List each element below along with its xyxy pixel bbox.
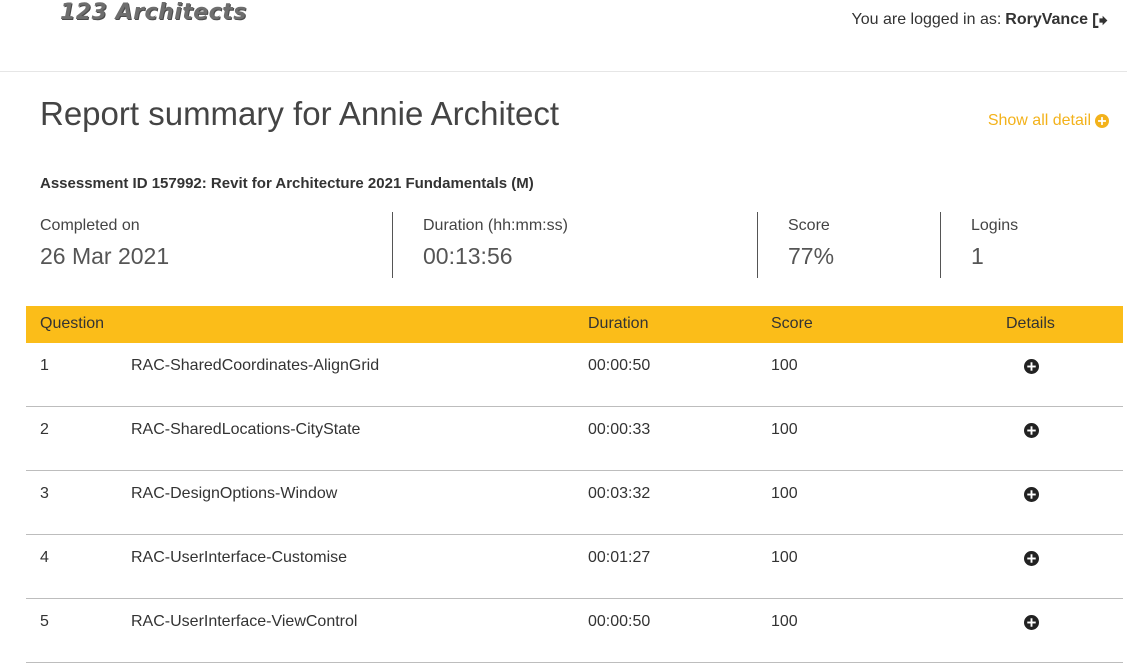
row-number: 4 [40, 549, 49, 566]
table-row: 3 RAC-DesignOptions-Window 00:03:32 100 [26, 471, 1123, 535]
row-score: 100 [771, 549, 798, 566]
assessment-heading: Assessment ID 157992: Revit for Architec… [40, 175, 534, 192]
stat-logins: Logins 1 [940, 212, 1018, 278]
show-all-label: Show all detail [987, 112, 1091, 129]
page-title: Report summary for Annie Architect [40, 95, 560, 132]
row-duration: 00:00:50 [588, 357, 651, 374]
plus-circle-icon[interactable] [1024, 359, 1039, 374]
plus-circle-icon [1095, 114, 1109, 128]
stat-score-label: Score [788, 217, 830, 234]
col-score: Score [771, 315, 813, 332]
stat-duration: Duration (hh:mm:ss) 00:13:56 [392, 212, 568, 278]
questions-table: Question Duration Score Details 1 RAC-Sh… [26, 306, 1123, 663]
row-number: 2 [40, 421, 49, 438]
row-score: 100 [771, 421, 798, 438]
col-duration: Duration [588, 315, 649, 332]
plus-circle-icon[interactable] [1024, 551, 1039, 566]
top-header: 123 Architects You are logged in as: Ror… [0, 0, 1127, 72]
row-duration: 00:03:32 [588, 485, 651, 502]
row-number: 5 [40, 613, 49, 630]
stats-panel: Completed on 26 Mar 2021 Duration (hh:mm… [0, 212, 1127, 278]
stat-score: Score 77% [757, 212, 834, 278]
logout-icon[interactable] [1092, 12, 1109, 29]
login-prefix: You are logged in as: [851, 11, 1002, 28]
table-row: 4 RAC-UserInterface-Customise 00:01:27 1… [26, 535, 1123, 599]
row-question-name: RAC-UserInterface-ViewControl [131, 613, 358, 630]
row-score: 100 [771, 613, 798, 630]
row-question-name: RAC-UserInterface-Customise [131, 549, 348, 566]
stat-duration-value: 00:13:56 [423, 243, 513, 269]
stat-logins-label: Logins [971, 217, 1019, 234]
row-number: 1 [40, 357, 49, 374]
show-all-detail-link[interactable]: Show all detail [988, 112, 1109, 130]
stat-completed: Completed on 26 Mar 2021 [40, 212, 169, 278]
row-duration: 00:00:33 [588, 421, 651, 438]
table-row: 1 RAC-SharedCoordinates-AlignGrid 00:00:… [26, 343, 1123, 407]
row-duration: 00:01:27 [588, 549, 651, 566]
row-score: 100 [771, 485, 798, 502]
table-header: Question Duration Score Details [26, 306, 1123, 343]
stat-logins-value: 1 [971, 243, 984, 269]
company-logo[interactable]: 123 Architects [60, 0, 247, 25]
stat-score-value: 77% [788, 243, 835, 269]
row-question-name: RAC-DesignOptions-Window [131, 485, 338, 502]
login-status: You are logged in as: RoryVance [852, 11, 1109, 29]
row-number: 3 [40, 485, 49, 502]
plus-circle-icon[interactable] [1024, 423, 1039, 438]
row-question-name: RAC-SharedLocations-CityState [131, 421, 361, 438]
col-question: Question [40, 315, 105, 332]
table-row: 2 RAC-SharedLocations-CityState 00:00:33… [26, 407, 1123, 471]
col-details: Details [1006, 315, 1055, 332]
stat-completed-value: 26 Mar 2021 [40, 243, 170, 269]
table-row: 5 RAC-UserInterface-ViewControl 00:00:50… [26, 599, 1123, 663]
stat-duration-label: Duration (hh:mm:ss) [423, 217, 568, 234]
stat-completed-label: Completed on [40, 217, 140, 234]
plus-circle-icon[interactable] [1024, 615, 1039, 630]
row-duration: 00:00:50 [588, 613, 651, 630]
username: RoryVance [1005, 11, 1088, 28]
row-question-name: RAC-SharedCoordinates-AlignGrid [131, 357, 380, 374]
plus-circle-icon[interactable] [1024, 487, 1039, 502]
row-score: 100 [771, 357, 798, 374]
